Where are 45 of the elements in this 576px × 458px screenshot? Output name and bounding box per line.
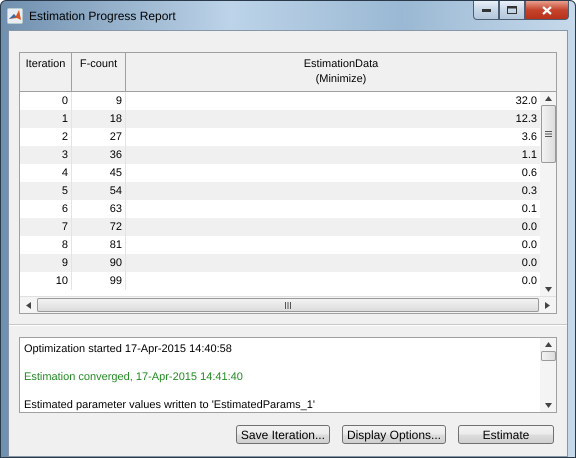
app-logo-icon: [7, 8, 23, 24]
minimize-button[interactable]: [473, 1, 499, 20]
close-icon: [542, 6, 552, 14]
vertical-scrollbar[interactable]: [540, 338, 556, 412]
scroll-left-icon[interactable]: [26, 302, 31, 308]
column-header: Iteration: [26, 58, 66, 70]
maximize-button[interactable]: [499, 1, 525, 20]
table-cell: 10: [20, 272, 72, 290]
table-cell-text: 0.3: [520, 184, 538, 199]
table-cell-text: 3.6: [520, 130, 538, 145]
dialog-button[interactable]: Save Iteration...: [236, 425, 330, 444]
scroll-up-icon[interactable]: [544, 342, 552, 347]
table-cell-text: 0.0: [520, 256, 538, 271]
dialog-button[interactable]: Estimate: [458, 425, 554, 444]
table-cell-text: 1.1: [520, 148, 538, 163]
table-cell-text: 12.3: [514, 112, 538, 127]
column-subtitle: (Minimize): [316, 73, 366, 85]
minimize-icon: [482, 8, 490, 12]
table-cell-text: 0.6: [520, 166, 538, 181]
table-cell-text: 32.0: [514, 94, 538, 109]
vertical-scrollbar[interactable]: [540, 92, 556, 296]
log-line: Optimization started 17-Apr-2015 14:40:58: [24, 342, 233, 356]
table-cell-text: 0.0: [520, 220, 538, 235]
window-title: Estimation Progress Report: [29, 8, 176, 22]
scrollbar-thumb[interactable]: [540, 351, 556, 361]
maximize-icon: [507, 6, 517, 14]
scrollbar-thumb[interactable]: [540, 105, 556, 163]
table-cell: 99: [72, 272, 126, 290]
log-line: Estimated parameter values written to 'EstimatedParams_1': [24, 398, 316, 412]
table-cell-text: 0.0: [520, 238, 538, 253]
close-button[interactable]: [525, 1, 569, 20]
log-line: Estimation converged, 17-Apr-2015 14:41:40: [24, 370, 244, 384]
column-header: EstimationData: [304, 58, 378, 70]
scrollbar-thumb[interactable]: [37, 298, 539, 312]
dialog-button[interactable]: Display Options...: [342, 425, 446, 444]
scroll-down-icon[interactable]: [544, 287, 552, 292]
table-cell-text: 0.0: [520, 274, 538, 289]
column-header: F-count: [80, 58, 118, 70]
grip-icon: [284, 302, 292, 308]
scroll-up-icon[interactable]: [544, 96, 552, 101]
scroll-down-icon[interactable]: [544, 403, 552, 408]
scroll-right-icon[interactable]: [545, 302, 550, 308]
horizontal-scrollbar[interactable]: [20, 296, 556, 313]
table-cell-text: 0.1: [520, 202, 538, 217]
grip-icon: [544, 130, 552, 138]
